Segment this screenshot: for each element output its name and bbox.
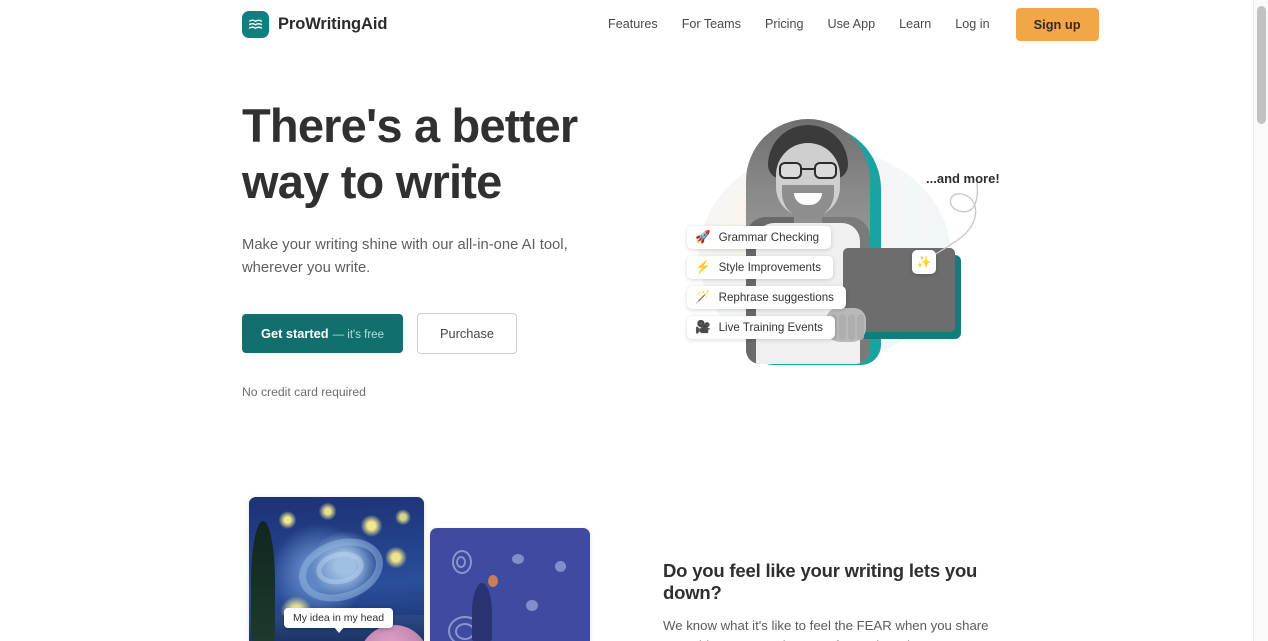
hero-cta-group: Get started — it's free Purchase xyxy=(242,313,642,354)
cypress-tree xyxy=(251,521,275,641)
brand-logo-link[interactable]: ProWritingAid xyxy=(242,10,388,38)
get-started-label: Get started xyxy=(261,326,329,341)
glasses-icon xyxy=(779,162,837,179)
hero-title-line-1: There's a better xyxy=(242,99,578,152)
idea-tooltip: My idea in my head xyxy=(284,608,394,633)
feature-chip-live-training-events[interactable]: 🎥 Live Training Events xyxy=(687,316,835,339)
brand-name: ProWritingAid xyxy=(278,14,388,33)
site-header: ProWritingAid Features For Teams Pricing… xyxy=(0,0,1253,48)
get-started-button[interactable]: Get started — it's free xyxy=(242,314,403,353)
feature-chip-rephrase-suggestions[interactable]: 🪄 Rephrase suggestions xyxy=(687,286,846,309)
hero-title: There's a better way to write xyxy=(242,98,642,210)
no-credit-card-note: No credit card required xyxy=(242,385,366,399)
hero-section: There's a better way to write Make your … xyxy=(242,98,642,399)
feature-chip-style-improvements[interactable]: ⚡ Style Improvements xyxy=(687,256,834,279)
magic-wand-icon: 🪄 xyxy=(695,290,711,305)
artwork-group: My idea in my head xyxy=(249,497,590,641)
lower-section-title: Do you feel like your writing lets you d… xyxy=(663,560,978,603)
sparkle-badge: ✨ xyxy=(912,250,936,274)
video-camera-icon: 🎥 xyxy=(695,320,711,335)
sign-up-button[interactable]: Sign up xyxy=(1015,7,1099,41)
feature-chip-label: Live Training Events xyxy=(718,321,823,334)
nav-item-features[interactable]: Features xyxy=(596,11,670,37)
feature-chip-label: Rephrase suggestions xyxy=(718,291,834,304)
nav-item-log-in[interactable]: Log in xyxy=(943,11,1001,37)
scrollbar-thumb[interactable] xyxy=(1257,6,1266,124)
main-nav: Features For Teams Pricing Use App Learn… xyxy=(596,7,1099,41)
nav-item-pricing[interactable]: Pricing xyxy=(753,11,816,37)
feature-chip-label: Grammar Checking xyxy=(718,231,820,244)
lower-section-body: We know what it's like to feel the FEAR … xyxy=(663,618,1007,641)
feature-chip-grammar-checking[interactable]: 🚀 Grammar Checking xyxy=(687,226,832,249)
lightning-icon: ⚡ xyxy=(695,260,711,275)
and-more-label: ...and more! xyxy=(926,171,1000,186)
feature-chip-list: 🚀 Grammar Checking ⚡ Style Improvements … xyxy=(687,226,846,339)
hero-illustration: 🚀 Grammar Checking ⚡ Style Improvements … xyxy=(663,103,1003,393)
feature-chip-label: Style Improvements xyxy=(718,261,822,274)
rocket-icon: 🚀 xyxy=(695,230,711,245)
book-pen-icon xyxy=(242,10,269,38)
blue-cypress xyxy=(472,583,492,641)
hero-subtitle: Make your writing shine with our all-in-… xyxy=(242,237,568,276)
blue-doodle-artwork xyxy=(430,528,590,641)
purchase-button[interactable]: Purchase xyxy=(416,313,518,354)
nav-item-for-teams[interactable]: For Teams xyxy=(670,11,753,37)
nav-item-learn[interactable]: Learn xyxy=(887,11,943,37)
page-root: ProWritingAid Features For Teams Pricing… xyxy=(0,0,1268,641)
nav-item-use-app[interactable]: Use App xyxy=(815,11,887,37)
page-scrollbar[interactable] xyxy=(1253,0,1268,641)
lower-text-section: Do you feel like your writing lets you d… xyxy=(663,560,1023,641)
get-started-free-label: — it's free xyxy=(332,329,384,341)
hero-title-line-2: way to write xyxy=(242,155,502,208)
